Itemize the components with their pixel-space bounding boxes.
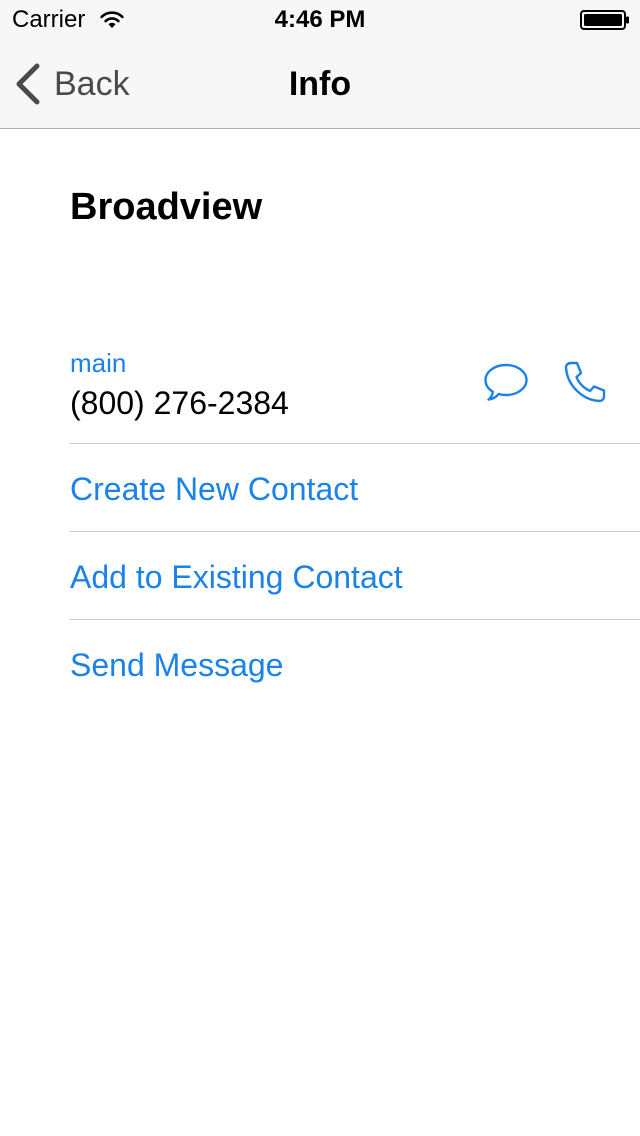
phone-number[interactable]: (800) 276-2384 [70, 384, 289, 422]
battery-icon [580, 10, 629, 30]
back-button[interactable]: Back [14, 62, 130, 106]
phone-type-label: main [70, 348, 127, 378]
contact-info-screen: Carrier 4:46 PM Back Info Broadview main… [0, 0, 640, 1136]
contact-name: Broadview [70, 186, 263, 228]
create-new-contact-button[interactable]: Create New Contact [70, 444, 640, 532]
back-button-label: Back [54, 65, 130, 103]
add-to-existing-contact-label: Add to Existing Contact [70, 559, 403, 595]
chevron-left-icon [16, 63, 40, 105]
send-message-label: Send Message [70, 647, 284, 683]
navigation-bar: Back Info [0, 40, 640, 128]
add-to-existing-contact-button[interactable]: Add to Existing Contact [70, 532, 640, 620]
send-message-button[interactable]: Send Message [70, 620, 640, 707]
status-bar: Carrier 4:46 PM [0, 0, 640, 40]
status-time: 4:46 PM [274, 6, 366, 33]
phone-icon[interactable] [562, 360, 608, 404]
create-new-contact-label: Create New Contact [70, 471, 359, 507]
phone-row[interactable]: main (800) 276-2384 [70, 340, 640, 444]
message-bubble-icon[interactable] [483, 362, 529, 402]
top-bar: Carrier 4:46 PM Back Info [0, 0, 640, 129]
